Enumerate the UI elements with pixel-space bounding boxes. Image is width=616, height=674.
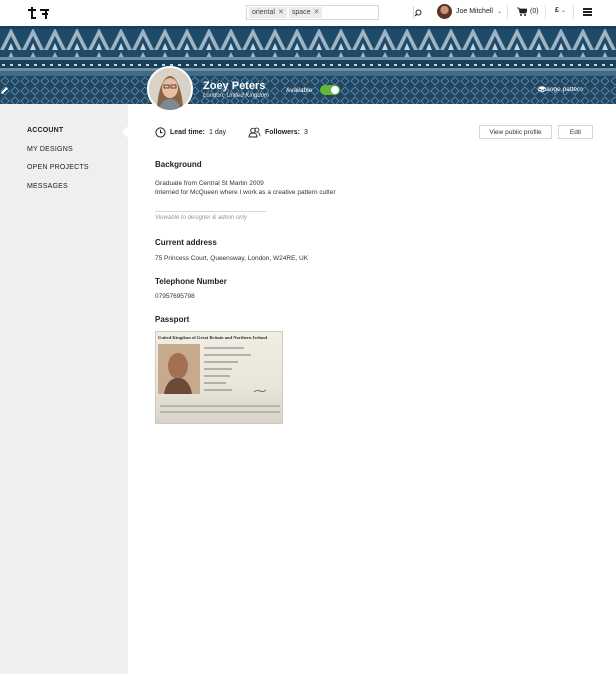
cart-count: (0): [530, 8, 539, 15]
background-heading: Background: [155, 160, 202, 169]
edit-button[interactable]: Edit: [558, 125, 593, 139]
users-icon: [248, 127, 261, 138]
cart-icon: [517, 7, 527, 16]
currency-symbol: £: [555, 7, 559, 14]
cart-button[interactable]: (0): [517, 7, 539, 16]
user-name: Joe Mitchell: [456, 8, 493, 15]
hamburger-menu-icon[interactable]: [583, 8, 592, 17]
divider: [155, 211, 266, 212]
followers: Followers: 3: [248, 127, 308, 138]
search-button[interactable]: [413, 6, 422, 19]
divider: [573, 5, 574, 19]
background-line: Graduate from Central St Martin 2009: [155, 180, 264, 187]
passport-heading: Passport: [155, 315, 190, 324]
lead-time-label: Lead time:: [170, 129, 206, 136]
availability-toggle[interactable]: [320, 85, 340, 95]
lead-time-value: 1 day: [209, 129, 227, 136]
address-heading: Current address: [155, 238, 217, 247]
telephone-heading: Telephone Number: [155, 277, 227, 286]
remove-tag-icon[interactable]: ✕: [314, 7, 320, 18]
sidebar-item-open-projects[interactable]: OPEN PROJECTS: [27, 164, 89, 171]
user-menu[interactable]: Joe Mitchell ⌄: [437, 4, 502, 19]
search-icon: [414, 9, 422, 16]
profile-name: Zoey Peters: [203, 80, 266, 92]
visibility-note: Viewable to designer & admin only: [155, 215, 247, 221]
sidebar-item-messages[interactable]: MESSAGES: [27, 183, 68, 190]
currency-selector[interactable]: £ ⌄: [555, 7, 566, 14]
divider: [545, 5, 546, 19]
top-bar: oriental ✕ space ✕ Joe Mitchell ⌄ (0) £ …: [0, 0, 616, 26]
edit-pencil-icon[interactable]: [0, 86, 9, 95]
followers-count: 3: [304, 129, 308, 136]
sidebar-item-my-designs[interactable]: MY DESIGNS: [27, 146, 73, 153]
followers-label: Followers:: [265, 129, 301, 136]
passport-image: United Kingdom of Great Britain and Nort…: [155, 331, 283, 424]
search-tag-label: oriental: [252, 9, 275, 16]
address-value: 75 Princess Court, Queensway, London, W2…: [155, 255, 309, 262]
search-tag: space ✕: [288, 7, 323, 18]
active-indicator: [122, 126, 128, 138]
search-tag-label: space: [291, 9, 311, 16]
passport-photo-page: [158, 344, 280, 413]
view-public-profile-button[interactable]: View public profile: [479, 125, 552, 139]
brand-logo[interactable]: [27, 6, 51, 20]
layers-icon: [538, 86, 546, 93]
divider: [507, 5, 508, 19]
profile-photo-image: [149, 68, 191, 110]
profile-banner: Zoey Peters London, United Kingdom Avail…: [0, 26, 616, 104]
profile-avatar: [147, 66, 193, 112]
telephone-value: 07957695798: [155, 293, 195, 300]
user-avatar: [437, 4, 452, 19]
search-bar: oriental ✕ space ✕: [246, 5, 422, 20]
change-pattern-button[interactable]: Change pattern: [538, 86, 583, 93]
chevron-down-icon: ⌄: [496, 9, 502, 15]
clock-icon: [155, 127, 166, 138]
search-input[interactable]: [322, 6, 414, 19]
sidebar-item-account[interactable]: ACCOUNT: [27, 127, 63, 134]
profile-location: London, United Kingdom: [203, 93, 270, 99]
chevron-down-icon: ⌄: [560, 8, 566, 14]
search-tag: oriental ✕: [249, 7, 287, 18]
lead-time: Lead time: 1 day: [155, 127, 226, 138]
background-line: Interned for McQueen where I work as a c…: [155, 189, 336, 196]
availability-label: Available: [286, 87, 313, 94]
remove-tag-icon[interactable]: ✕: [278, 7, 284, 18]
